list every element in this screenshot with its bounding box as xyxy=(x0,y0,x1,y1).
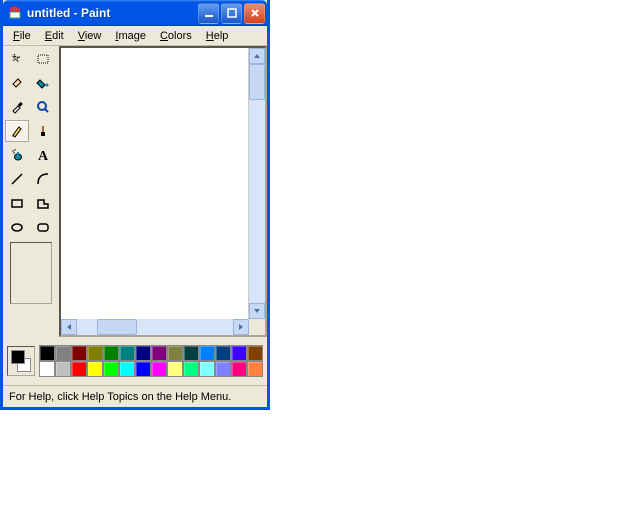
color-swatch[interactable] xyxy=(55,361,71,377)
color-swatch[interactable] xyxy=(103,345,119,361)
paint-app-icon xyxy=(7,5,23,21)
color-swatch[interactable] xyxy=(231,345,247,361)
status-text: For Help, click Help Topics on the Help … xyxy=(9,391,231,403)
vertical-scrollbar[interactable] xyxy=(249,48,265,319)
toolbox: A xyxy=(3,46,59,337)
color-swatch[interactable] xyxy=(167,345,183,361)
color-swatch[interactable] xyxy=(151,361,167,377)
color-swatch[interactable] xyxy=(39,345,55,361)
titlebar[interactable]: untitled - Paint xyxy=(3,0,267,26)
color-swatch[interactable] xyxy=(103,361,119,377)
color-swatch[interactable] xyxy=(199,345,215,361)
color-indicator[interactable] xyxy=(7,346,35,376)
color-swatch[interactable] xyxy=(135,345,151,361)
tool-curve[interactable] xyxy=(31,168,55,190)
color-swatch[interactable] xyxy=(71,361,87,377)
menu-image[interactable]: Image xyxy=(109,28,152,44)
color-swatch[interactable] xyxy=(135,361,151,377)
menu-colors[interactable]: Colors xyxy=(154,28,198,44)
tool-rounded-rect[interactable] xyxy=(31,216,55,238)
color-palette-area xyxy=(3,337,267,385)
statusbar: For Help, click Help Topics on the Help … xyxy=(3,385,267,407)
window-title: untitled - Paint xyxy=(27,6,198,20)
horizontal-scroll-thumb[interactable] xyxy=(97,319,137,335)
tool-ellipse[interactable] xyxy=(5,216,29,238)
tool-text[interactable]: A xyxy=(31,144,55,166)
canvas-area xyxy=(59,46,267,337)
tool-brush[interactable] xyxy=(31,120,55,142)
scroll-corner xyxy=(249,319,265,335)
color-swatch[interactable] xyxy=(119,361,135,377)
color-palette xyxy=(39,345,263,377)
canvas[interactable] xyxy=(61,48,249,319)
color-swatch[interactable] xyxy=(55,345,71,361)
tool-eraser[interactable] xyxy=(5,72,29,94)
menu-help[interactable]: Help xyxy=(200,28,235,44)
vertical-scroll-thumb[interactable] xyxy=(249,64,265,100)
tool-rect-select[interactable] xyxy=(31,48,55,70)
maximize-button[interactable] xyxy=(221,3,242,24)
color-swatch[interactable] xyxy=(231,361,247,377)
color-swatch[interactable] xyxy=(87,361,103,377)
tool-picker[interactable] xyxy=(5,96,29,118)
tool-options xyxy=(10,242,52,304)
tool-line[interactable] xyxy=(5,168,29,190)
color-swatch[interactable] xyxy=(247,361,263,377)
scroll-down-button[interactable] xyxy=(249,303,265,319)
tool-airbrush[interactable] xyxy=(5,144,29,166)
color-swatch[interactable] xyxy=(87,345,103,361)
tool-pencil[interactable] xyxy=(5,120,29,142)
window-controls xyxy=(198,3,265,24)
horizontal-scrollbar[interactable] xyxy=(61,319,265,335)
tool-fill[interactable] xyxy=(31,72,55,94)
tool-magnifier[interactable] xyxy=(31,96,55,118)
color-swatch[interactable] xyxy=(39,361,55,377)
tool-free-select[interactable] xyxy=(5,48,29,70)
menu-file[interactable]: File xyxy=(7,28,37,44)
color-swatch[interactable] xyxy=(71,345,87,361)
tool-polygon[interactable] xyxy=(31,192,55,214)
color-swatch[interactable] xyxy=(151,345,167,361)
color-swatch[interactable] xyxy=(215,345,231,361)
color-swatch[interactable] xyxy=(199,361,215,377)
scroll-right-button[interactable] xyxy=(233,319,249,335)
color-swatch[interactable] xyxy=(167,361,183,377)
workarea: A xyxy=(3,46,267,337)
minimize-button[interactable] xyxy=(198,3,219,24)
svg-text:A: A xyxy=(38,149,49,162)
color-swatch[interactable] xyxy=(215,361,231,377)
window: untitled - Paint FileEditViewImageColors… xyxy=(0,0,270,410)
color-swatch[interactable] xyxy=(183,361,199,377)
foreground-color[interactable] xyxy=(11,350,25,364)
close-button[interactable] xyxy=(244,3,265,24)
menubar: FileEditViewImageColorsHelp xyxy=(3,26,267,46)
menu-edit[interactable]: Edit xyxy=(39,28,70,44)
tool-rectangle[interactable] xyxy=(5,192,29,214)
menu-view[interactable]: View xyxy=(72,28,108,44)
color-swatch[interactable] xyxy=(247,345,263,361)
color-swatch[interactable] xyxy=(183,345,199,361)
scroll-left-button[interactable] xyxy=(61,319,77,335)
scroll-up-button[interactable] xyxy=(249,48,265,64)
color-swatch[interactable] xyxy=(119,345,135,361)
